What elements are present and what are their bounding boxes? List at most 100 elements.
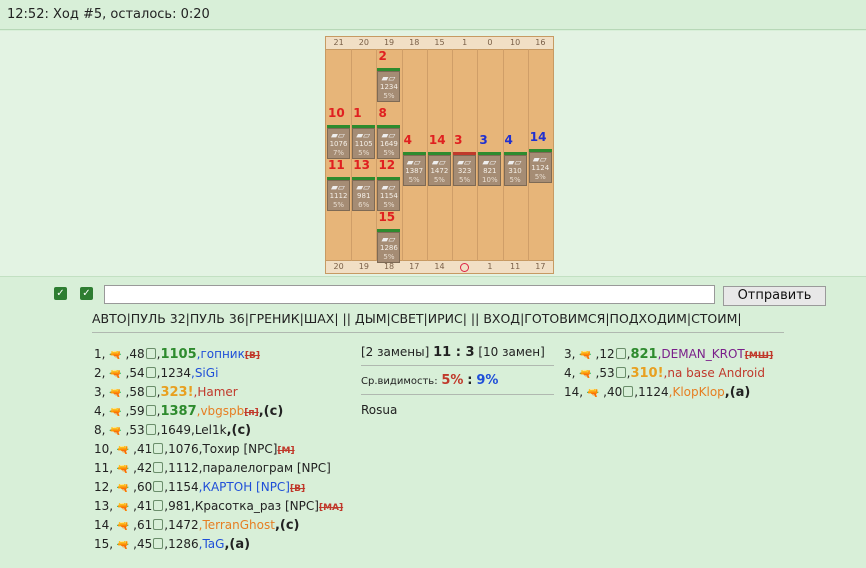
command-list[interactable]: АВТО|ПУЛЬ 32|ПУЛЬ 36|ГРЕНИК|ШАХ| || ДЫМ|…: [92, 311, 742, 326]
unit-hp: 1472: [430, 167, 449, 175]
player-row[interactable]: 11, 🔫 ,42,1112,паралелограм [NPC]: [94, 461, 343, 480]
player-name: ,гопник: [196, 347, 245, 361]
player-id: 13,: [94, 499, 117, 513]
player-id: 12,: [94, 480, 117, 494]
player-hp: 1234: [160, 366, 191, 380]
column-number: 17: [535, 262, 546, 271]
weapon-icon: 🔫: [109, 426, 122, 437]
unit-token[interactable]: 13 ▰▱ 981 6%: [352, 158, 376, 221]
player-name: ,Lel1k: [191, 423, 227, 437]
player-row[interactable]: 3, 🔫 ,58,323!,Hamer: [94, 385, 343, 404]
player-row[interactable]: 12, 🔫 ,60,1154,КАРТОН [NPC][В]: [94, 480, 343, 499]
unit-card: ▰▱ 1649 5%: [377, 128, 401, 159]
unit-hp: 1112: [329, 192, 348, 200]
column-number: 18: [409, 38, 420, 47]
unit-token[interactable]: 4 ▰▱ 1387 5%: [402, 134, 426, 196]
unit-card: ▰▱ 1286 5%: [377, 232, 401, 263]
right-team-list: 3, 🔫 ,12,821,DEMAN_KROT[МШ] 4, 🔫 ,53,310!…: [564, 347, 773, 404]
player-row[interactable]: 13, 🔫 ,41,981,Красотка_раз [NPC][МА]: [94, 499, 343, 518]
unit-card: ▰▱ 1387 5%: [402, 155, 426, 186]
unit-card: ▰▱ 1124 5%: [528, 152, 552, 183]
send-button[interactable]: Отправить: [723, 286, 826, 306]
unit-number: 2: [378, 49, 387, 63]
player-row[interactable]: 10, 🔫 ,41,1076,Тохир [NPC][М]: [94, 442, 343, 461]
player-row[interactable]: 3, 🔫 ,12,821,DEMAN_KROT[МШ]: [564, 347, 773, 366]
unit-card: ▰▱ 821 10%: [478, 155, 502, 186]
unit-token[interactable]: 3 ▰▱ 323 5%: [453, 134, 477, 196]
unit-token[interactable]: 14 ▰▱ 1472 5%: [427, 134, 451, 196]
player-stat: ,48: [121, 347, 145, 361]
player-name: ,DEMAN_KROT: [657, 347, 745, 361]
unit-hp: 981: [357, 192, 371, 200]
column-number: 15: [434, 38, 445, 47]
weapon-icon: 🔫: [109, 407, 122, 418]
column-number: 14: [434, 262, 445, 271]
unit-token[interactable]: 15 ▰▱ 1286 5%: [377, 210, 401, 273]
unit-card: ▰▱ 981 6%: [352, 180, 376, 211]
unit-token[interactable]: 4 ▰▱ 310 5%: [503, 134, 527, 196]
player-id: 4,: [94, 404, 110, 418]
unit-visibility: 5%: [358, 149, 370, 157]
unit-token[interactable]: 11 ▰▱ 1112 5%: [327, 159, 350, 221]
battlefield-area: 21 20 19 18 15 1 0 10 16 20 19 18 17 14 1 11 17 10 ▰▱ 107…: [0, 31, 866, 277]
weapon-icon: 🔫: [116, 540, 130, 551]
checkbox-1[interactable]: ✓: [54, 287, 67, 300]
column-number: 1: [462, 38, 468, 47]
player-stat: ,59: [121, 404, 145, 418]
lock-icon: [153, 519, 164, 530]
player-name: ,Тохир [NPC]: [198, 442, 278, 456]
player-id: 1,: [94, 347, 110, 361]
player-name: ,Красотка_раз [NPC]: [191, 499, 319, 513]
lock-icon: [153, 481, 164, 492]
column-number: 10: [510, 38, 521, 47]
weapon-icon: 🔫: [579, 369, 592, 380]
unit-number: 1: [353, 106, 362, 120]
unit-token[interactable]: 14 ▰▱ 1124 5%: [528, 130, 552, 193]
status-text: 12:52: Ход #5, осталось: 0:20: [7, 7, 210, 22]
lock-icon: [145, 405, 156, 416]
player-row[interactable]: 4, 🔫 ,59,1387,vbgspb[п],(c): [94, 404, 343, 423]
unit-token[interactable]: 2 ▰▱ 1234 5%: [377, 49, 401, 112]
player-name: ,na base Android: [663, 366, 765, 380]
player-row[interactable]: 2, 🔫 ,54,1234,SiGi: [94, 366, 343, 385]
unit-token[interactable]: 3 ▰▱ 821 10%: [478, 133, 502, 196]
player-status: ,(c): [274, 518, 300, 533]
player-hp: 1387: [160, 404, 197, 419]
unit-number: 15: [378, 210, 396, 224]
message-input[interactable]: [104, 285, 715, 304]
player-row[interactable]: 14, 🔫 ,61,1472,TerranGhost,(c): [94, 518, 343, 537]
player-hp: 1105: [160, 347, 197, 362]
column-number: 20: [333, 262, 344, 271]
player-hp: 1112: [168, 461, 199, 475]
player-name: ,паралелограм [NPC]: [198, 461, 331, 475]
unit-visibility: 5%: [383, 201, 395, 209]
unit-number: 14: [529, 130, 547, 144]
unit-hp: 310: [508, 167, 522, 175]
unit-hp: 1154: [380, 192, 398, 200]
player-hp: 981: [168, 499, 191, 513]
player-row[interactable]: 14, 🔫 ,40,1124,KlopKlop,(a): [564, 385, 773, 404]
player-stat: ,53: [121, 423, 145, 437]
unit-number: 13: [353, 158, 370, 172]
player-row[interactable]: 8, 🔫 ,53,1649,Lel1k,(c): [94, 423, 343, 442]
battle-board[interactable]: 21 20 19 18 15 1 0 10 16 20 19 18 17 14 1 11 17 10 ▰▱ 107…: [325, 36, 554, 274]
player-stat: ,58: [121, 385, 145, 399]
unit-visibility: 6%: [358, 201, 370, 209]
player-row[interactable]: 4, 🔫 ,53,310!,na base Android: [564, 366, 773, 385]
player-id: 14,: [94, 518, 117, 532]
unit-card: ▰▱ 1234 5%: [377, 71, 401, 102]
checkbox-2[interactable]: ✓: [80, 287, 93, 300]
lock-icon: [615, 367, 626, 378]
player-row[interactable]: 1, 🔫 ,48,1105,гопник[В]: [94, 347, 343, 366]
player-id: 14,: [564, 385, 587, 399]
unit-card: ▰▱ 1076 7%: [327, 128, 350, 159]
unit-number: 3: [479, 133, 488, 147]
player-stat: ,40: [599, 385, 623, 399]
clan-tag: [М]: [277, 446, 295, 456]
player-row[interactable]: 15, 🔫 ,45,1286,TaG,(a): [94, 537, 343, 556]
lock-icon: [153, 500, 164, 511]
weapon-icon: 🔫: [116, 502, 130, 513]
swaps-right: [10 замен]: [478, 345, 545, 359]
player-hp: 310!: [630, 366, 664, 381]
score: 11 : 3: [433, 345, 475, 360]
